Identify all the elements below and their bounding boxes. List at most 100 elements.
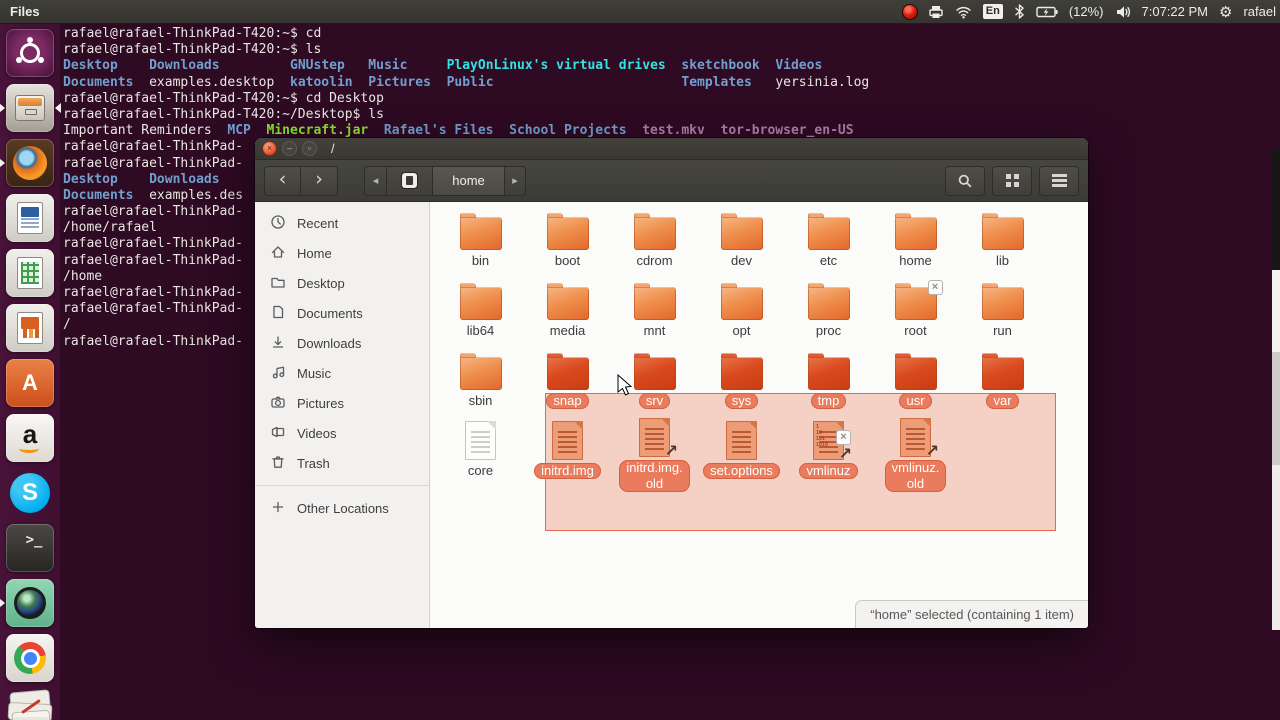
launcher-item-ubuntu-software[interactable]: A bbox=[6, 359, 54, 407]
symlink-emblem-icon: ↗ bbox=[664, 441, 678, 460]
sidebar-item-downloads[interactable]: Downloads bbox=[255, 328, 429, 358]
launcher-item-amazon[interactable]: a bbox=[6, 414, 54, 462]
file-item-initrd.img.old[interactable]: ↗ initrd.img. old bbox=[611, 418, 698, 492]
disk-icon bbox=[402, 173, 417, 188]
file-item-bin[interactable]: bin bbox=[437, 208, 524, 278]
file-item-proc[interactable]: proc bbox=[785, 278, 872, 348]
file-item-home[interactable]: home bbox=[872, 208, 959, 278]
launcher-item-files[interactable] bbox=[0, 84, 61, 132]
sidebar-item-home[interactable]: Home bbox=[255, 238, 429, 268]
page-fold bbox=[487, 421, 496, 430]
plus-icon bbox=[270, 499, 286, 518]
launcher-item-skype[interactable]: S bbox=[6, 469, 54, 517]
file-item-mnt[interactable]: mnt bbox=[611, 278, 698, 348]
launcher-item-chrome[interactable] bbox=[6, 634, 54, 682]
sidebar-item-music[interactable]: Music bbox=[255, 358, 429, 388]
launcher-item-libreoffice-calc[interactable] bbox=[6, 249, 54, 297]
terminal-text: rafael@rafael-ThinkPad-T420:~$ cd bbox=[63, 26, 322, 41]
forward-button[interactable]: › bbox=[301, 165, 338, 196]
file-manager-window: × – ▫ / ‹ › ◂ home ▸ Recent Home Desktop… bbox=[255, 138, 1088, 628]
minimize-button[interactable]: – bbox=[283, 142, 296, 155]
file-label: set.options bbox=[703, 463, 780, 479]
launcher-item-folded-launcher-icons[interactable] bbox=[6, 689, 54, 720]
grid-view-icon bbox=[1005, 174, 1011, 179]
launcher-item-ubuntu-dash[interactable] bbox=[6, 29, 54, 77]
file-item-usr[interactable]: usr bbox=[872, 348, 959, 418]
file-item-boot[interactable]: boot bbox=[524, 208, 611, 278]
document-lines bbox=[558, 431, 577, 453]
sidebar-separator bbox=[255, 485, 429, 486]
file-item-lib[interactable]: lib bbox=[959, 208, 1046, 278]
sidebar-item-other-locations[interactable]: Other Locations bbox=[255, 493, 429, 523]
terminal-text: / bbox=[63, 317, 71, 333]
file-item-cdrom[interactable]: cdrom bbox=[611, 208, 698, 278]
file-item-etc[interactable]: etc bbox=[785, 208, 872, 278]
sidebar-item-label: Music bbox=[297, 365, 331, 381]
file-item-run[interactable]: run bbox=[959, 278, 1046, 348]
sidebar-item-label: Trash bbox=[297, 455, 330, 471]
file-item-sbin[interactable]: sbin bbox=[437, 348, 524, 418]
sidebar-item-documents[interactable]: Documents bbox=[255, 298, 429, 328]
file-icon-wrap bbox=[807, 208, 850, 250]
file-item-tmp[interactable]: tmp bbox=[785, 348, 872, 418]
pathbar-scroll-right[interactable]: ▸ bbox=[504, 166, 525, 195]
file-item-vmlinuz[interactable]: 1 10 101 1010 × ↗ vmlinuz bbox=[785, 418, 872, 488]
launcher-item-firefox[interactable] bbox=[0, 139, 54, 187]
keyboard-layout-indicator[interactable]: En bbox=[982, 4, 1003, 19]
launcher-item-libreoffice-writer[interactable] bbox=[6, 194, 54, 242]
file-icon-wrap bbox=[894, 348, 937, 390]
sidebar-item-videos[interactable]: Videos bbox=[255, 418, 429, 448]
grid-view-button[interactable] bbox=[992, 165, 1032, 196]
folder-icon bbox=[546, 213, 589, 250]
volume-icon[interactable] bbox=[1115, 3, 1131, 21]
sidebar-item-trash[interactable]: Trash bbox=[255, 448, 429, 478]
file-item-dev[interactable]: dev bbox=[698, 208, 785, 278]
symlink-emblem-icon: ↗ bbox=[838, 444, 852, 463]
sidebar-item-recent[interactable]: Recent bbox=[255, 208, 429, 238]
pathbar-scroll-left[interactable]: ◂ bbox=[365, 166, 386, 195]
chrome-icon bbox=[14, 642, 46, 674]
record-indicator-icon[interactable] bbox=[902, 4, 917, 19]
bluetooth-icon[interactable] bbox=[1014, 3, 1025, 21]
file-item-snap[interactable]: snap bbox=[524, 348, 611, 418]
folder-icon bbox=[807, 353, 850, 390]
file-label: lib bbox=[995, 253, 1009, 268]
file-item-lib64[interactable]: lib64 bbox=[437, 278, 524, 348]
file-item-sys[interactable]: sys bbox=[698, 348, 785, 418]
launcher-item-screen-recorder[interactable] bbox=[0, 579, 54, 627]
page-fold bbox=[922, 418, 931, 427]
file-item-media[interactable]: media bbox=[524, 278, 611, 348]
back-button[interactable]: ‹ bbox=[264, 165, 301, 196]
pathbar-root-button[interactable] bbox=[386, 166, 432, 195]
menu-button[interactable] bbox=[1039, 165, 1079, 196]
file-item-core[interactable]: core bbox=[437, 418, 524, 488]
file-item-set.options[interactable]: set.options bbox=[698, 418, 785, 488]
wifi-icon[interactable] bbox=[955, 3, 972, 21]
file-item-root[interactable]: × root bbox=[872, 278, 959, 348]
close-button[interactable]: × bbox=[263, 142, 276, 155]
sidebar-item-desktop[interactable]: Desktop bbox=[255, 268, 429, 298]
session-gear-icon[interactable]: ⚙ bbox=[1219, 4, 1232, 20]
file-item-var[interactable]: var bbox=[959, 348, 1046, 418]
battery-percent[interactable]: (12%) bbox=[1069, 4, 1104, 19]
launcher-item-libreoffice-impress[interactable] bbox=[6, 304, 54, 352]
clock[interactable]: 7:07:22 PM bbox=[1142, 4, 1209, 19]
pathbar-current-button[interactable]: home bbox=[432, 166, 504, 195]
printer-icon[interactable] bbox=[928, 3, 944, 21]
sidebar-item-pictures[interactable]: Pictures bbox=[255, 388, 429, 418]
terminal-text: rafael@rafael-ThinkPad-T420:~$ ls bbox=[63, 42, 322, 58]
file-item-vmlinuz.old[interactable]: ↗ vmlinuz. old bbox=[872, 418, 959, 492]
maximize-button[interactable]: ▫ bbox=[303, 142, 316, 155]
file-item-initrd.img[interactable]: initrd.img bbox=[524, 418, 611, 488]
folder-icon bbox=[459, 283, 502, 320]
battery-icon[interactable] bbox=[1036, 3, 1058, 21]
launcher-item-terminal[interactable]: >_ bbox=[6, 524, 54, 572]
username[interactable]: rafael bbox=[1243, 4, 1276, 19]
terminal-text: Music bbox=[368, 58, 408, 74]
toolbar-end bbox=[945, 165, 1079, 196]
titlebar[interactable]: × – ▫ / bbox=[255, 138, 1088, 160]
file-label: mnt bbox=[643, 323, 666, 338]
file-item-opt[interactable]: opt bbox=[698, 278, 785, 348]
search-button[interactable] bbox=[945, 165, 985, 196]
